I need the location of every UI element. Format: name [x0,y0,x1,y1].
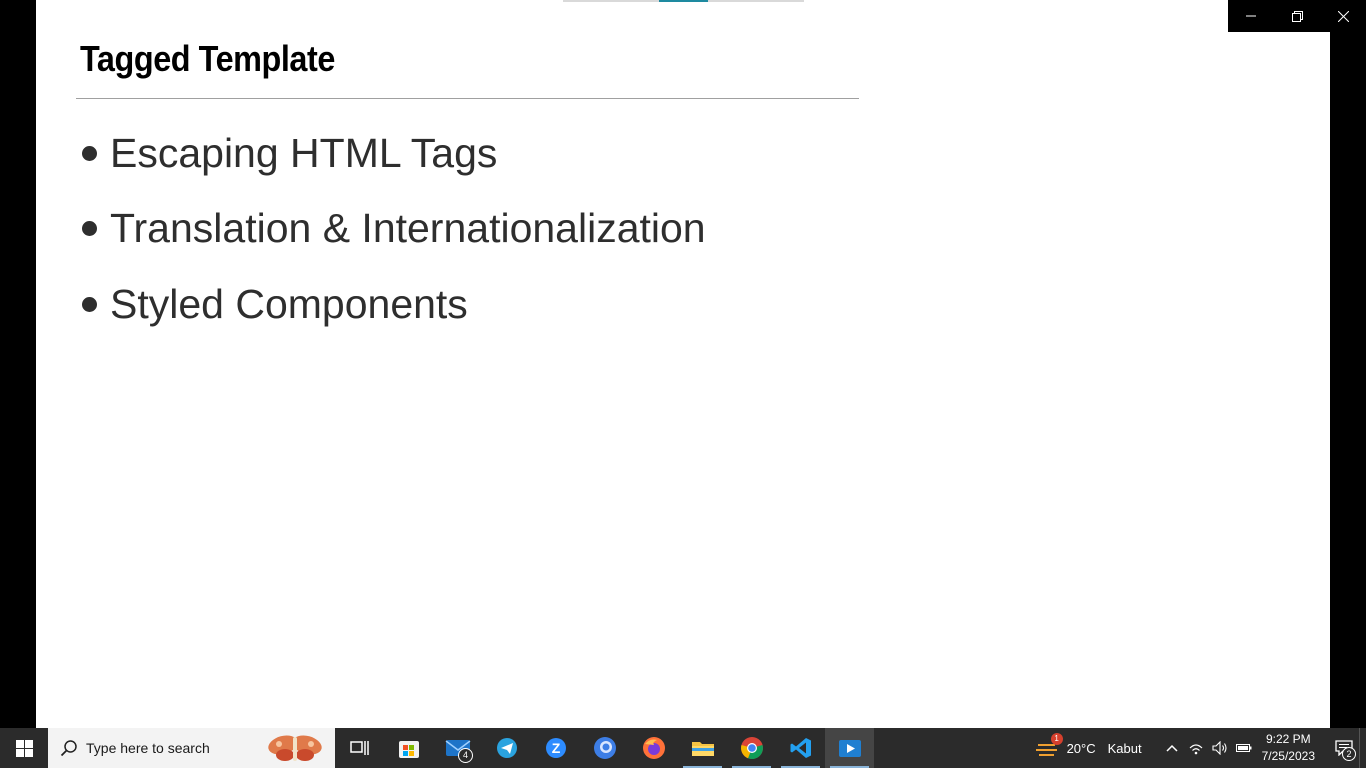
slide: Tagged Template Escaping HTML Tags Trans… [36,0,1330,728]
microsoft-store-button[interactable] [384,728,433,768]
mail-button[interactable]: 4 [433,728,482,768]
window-controls [1228,0,1366,32]
bullet-text: Translation & Internationalization [110,205,706,251]
telegram-icon [496,738,517,758]
minimize-button[interactable] [1228,0,1274,32]
bullet-item: Styled Components [82,279,706,329]
network-button[interactable] [1184,728,1208,768]
microsoft-store-icon [398,741,419,758]
mail-badge: 4 [458,748,473,763]
bullet-item: Translation & Internationalization [82,204,706,254]
bullet-dot-icon [82,296,97,312]
bullet-dot-icon [82,145,97,161]
taskbar-search-box[interactable]: Type here to search [48,728,335,768]
system-tray: 1 20°C Kabut 9:22 PM 7/25/2023 2 [1035,728,1366,768]
task-view-icon [349,741,369,755]
bullet-dot-icon [82,221,97,236]
chevron-up-icon [1166,744,1178,752]
media-player-icon [838,740,861,757]
slide-progress-track [563,0,804,2]
clock-date: 7/25/2023 [1261,749,1315,763]
zoom-icon: Z [545,738,566,758]
weather-temp: 20°C [1066,740,1096,756]
volume-button[interactable] [1208,728,1232,768]
zoom-button[interactable]: Z [531,728,580,768]
search-placeholder: Type here to search [86,740,210,756]
clock-time: 9:22 PM [1265,732,1311,746]
notification-count-badge: 2 [1342,747,1356,761]
moth-illustration-icon [268,735,322,761]
search-icon [60,740,77,757]
browser-button[interactable] [580,728,629,768]
vscode-button[interactable] [776,728,825,768]
svg-text:Z: Z [551,740,560,756]
battery-icon [1235,744,1252,752]
taskbar: Type here to search 4 Z 1 20°C Kabut 9:2… [0,728,1366,768]
bullet-text: Styled Components [110,280,468,327]
battery-button[interactable] [1232,728,1256,768]
weather-icon: 1 [1035,733,1063,760]
start-button[interactable] [0,728,48,768]
slide-progress-indicator [659,0,708,2]
telegram-button[interactable] [482,728,531,768]
file-explorer-button[interactable] [678,728,727,768]
minimize-icon [1246,15,1256,17]
bullet-list: Escaping HTML Tags Translation & Interna… [82,128,706,355]
chrome-button[interactable] [727,728,776,768]
bullet-text: Escaping HTML Tags [110,129,498,176]
slide-title: Tagged Template [80,38,335,79]
restore-button[interactable] [1274,0,1320,32]
windows-logo-icon [15,739,33,757]
show-desktop-button[interactable] [1359,728,1366,768]
vscode-icon [790,738,811,758]
show-hidden-icons-button[interactable] [1160,728,1184,768]
browser-icon [593,737,616,759]
firefox-button[interactable] [629,728,678,768]
close-button[interactable] [1320,0,1366,32]
task-view-button[interactable] [335,728,384,768]
network-icon [1189,744,1203,755]
bullet-item: Escaping HTML Tags [82,128,706,178]
firefox-icon [642,737,665,759]
chrome-icon [740,737,763,760]
folder-icon [691,742,714,756]
weather-condition: Kabut [1107,740,1142,756]
restore-icon [1291,10,1303,22]
title-divider [76,98,859,99]
action-center-button[interactable]: 2 [1329,728,1359,768]
taskbar-clock[interactable]: 9:22 PM 7/25/2023 [1262,731,1315,765]
weather-widget[interactable]: 1 20°C Kabut [1035,733,1142,760]
weather-alert-badge: 1 [1050,733,1063,745]
speaker-icon [1212,741,1227,755]
close-icon [1337,10,1349,22]
media-player-button[interactable] [825,728,874,768]
